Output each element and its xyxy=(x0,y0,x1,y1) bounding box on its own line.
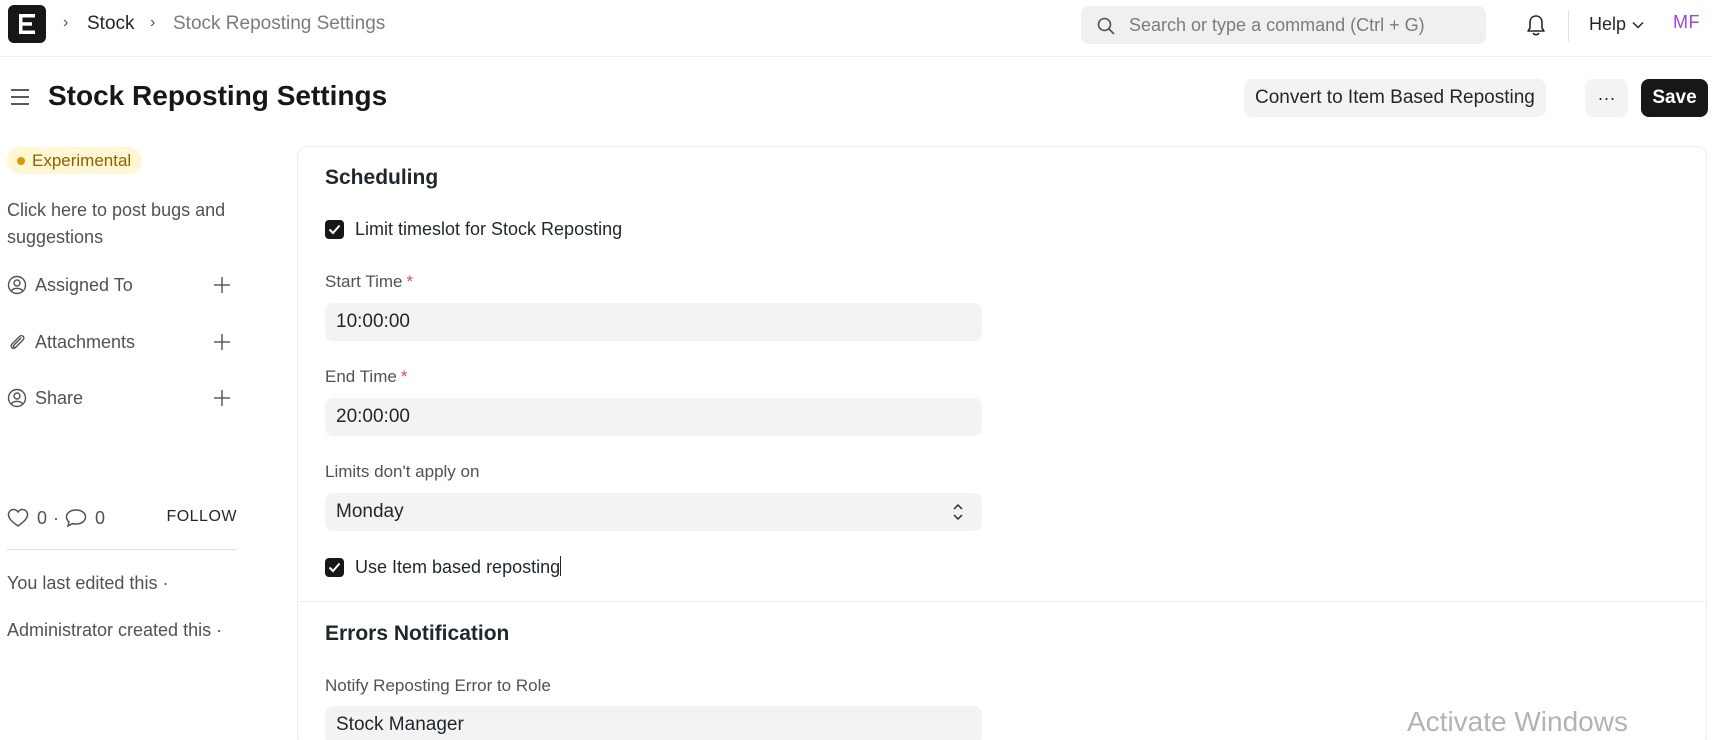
help-dropdown[interactable]: Help xyxy=(1589,14,1644,35)
checkmark-icon xyxy=(328,562,341,572)
item-based-reposting-checkbox[interactable] xyxy=(325,557,344,577)
navbar-divider xyxy=(1568,10,1569,42)
notify-role-label: Notify Reposting Error to Role xyxy=(325,676,551,695)
section-divider xyxy=(298,601,1706,602)
search-bar[interactable] xyxy=(1081,6,1486,44)
end-time-input[interactable]: 20:00:00 xyxy=(325,398,982,436)
sidebar-item-assigned-to[interactable]: Assigned To xyxy=(7,270,232,300)
badge-label: Experimental xyxy=(32,151,132,170)
engagement-stats: 0 · 0 FOLLOW xyxy=(7,505,237,531)
badge-dot-icon xyxy=(17,157,25,165)
user-add-icon xyxy=(7,275,27,295)
erpnext-logo-icon xyxy=(19,14,35,34)
sidebar-divider xyxy=(7,549,237,550)
like-count: 0 xyxy=(37,507,48,528)
section-title-errors-notification: Errors Notification xyxy=(325,622,510,645)
chevron-right-icon: › xyxy=(63,14,69,31)
search-input[interactable] xyxy=(1129,6,1469,44)
end-time-label: End Time * xyxy=(325,367,407,387)
section-title-scheduling: Scheduling xyxy=(325,166,439,189)
start-time-input[interactable]: 10:00:00 xyxy=(325,303,982,341)
sidebar-item-label: Assigned To xyxy=(35,274,133,295)
sidebar-item-share[interactable]: Share xyxy=(7,383,232,413)
share-user-icon xyxy=(7,388,27,408)
sidebar-item-attachments[interactable]: Attachments xyxy=(7,327,232,357)
follow-button[interactable]: FOLLOW xyxy=(166,508,237,526)
item-based-reposting-label: Use Item based reposting xyxy=(355,556,562,578)
item-based-reposting-label-text: Use Item based reposting xyxy=(355,557,561,577)
text-cursor xyxy=(560,556,562,576)
sidebar-item-label: Attachments xyxy=(35,331,136,352)
save-button[interactable]: Save xyxy=(1641,79,1708,117)
sidebar-item-label: Share xyxy=(35,387,84,408)
add-attachment-icon[interactable] xyxy=(212,332,232,352)
comment-count: 0 xyxy=(95,507,106,528)
created-by-text: Administrator created this · xyxy=(7,620,223,640)
sidebar-toggle-icon[interactable] xyxy=(10,88,30,106)
limit-timeslot-label: Limit timeslot for Stock Reposting xyxy=(355,219,623,239)
last-edited-text: You last edited this · xyxy=(7,573,169,593)
breadcrumb-stock[interactable]: Stock xyxy=(87,13,135,35)
notification-bell-icon[interactable] xyxy=(1525,13,1547,37)
limits-select-value: Monday xyxy=(336,501,404,522)
heart-icon[interactable] xyxy=(7,508,29,528)
add-assignee-icon[interactable] xyxy=(212,275,232,295)
select-arrows-icon xyxy=(953,504,963,520)
notify-role-input[interactable]: Stock Manager xyxy=(325,706,982,740)
page-title: Stock Reposting Settings xyxy=(48,80,388,111)
start-time-label-text: Start Time xyxy=(325,272,403,291)
chevron-right-icon: › xyxy=(150,14,156,31)
stats-separator: · xyxy=(53,507,60,528)
app-logo[interactable] xyxy=(8,5,46,43)
end-time-label-text: End Time xyxy=(325,367,397,386)
search-icon xyxy=(1097,17,1115,35)
limits-dont-apply-select[interactable]: Monday xyxy=(325,493,982,531)
more-actions-button[interactable]: ··· xyxy=(1585,79,1628,117)
convert-to-item-based-button[interactable]: Convert to Item Based Reposting xyxy=(1244,79,1546,117)
limit-timeslot-checkbox[interactable] xyxy=(325,220,344,239)
comment-icon[interactable] xyxy=(65,508,87,528)
top-navbar: › Stock › Stock Reposting Settings Help … xyxy=(0,0,1712,57)
start-time-label: Start Time * xyxy=(325,272,413,292)
user-avatar[interactable]: MF xyxy=(1673,12,1700,33)
add-share-icon[interactable] xyxy=(212,388,232,408)
checkmark-icon xyxy=(328,224,341,235)
item-based-reposting-checkbox-row[interactable]: Use Item based reposting xyxy=(325,556,562,578)
limit-timeslot-checkbox-row[interactable]: Limit timeslot for Stock Reposting xyxy=(325,219,622,240)
limits-dont-apply-label: Limits don't apply on xyxy=(325,462,480,481)
activate-windows-watermark: Activate Windows xyxy=(1407,706,1628,737)
chevron-down-icon xyxy=(1632,21,1644,29)
required-indicator: * xyxy=(406,272,414,291)
paperclip-icon xyxy=(10,334,25,350)
breadcrumb-current[interactable]: Stock Reposting Settings xyxy=(173,13,385,35)
help-label: Help xyxy=(1589,14,1627,34)
bug-report-link[interactable]: Click here to post bugs and suggestions xyxy=(7,197,247,251)
required-indicator: * xyxy=(400,367,408,386)
experimental-badge: Experimental xyxy=(7,147,143,174)
